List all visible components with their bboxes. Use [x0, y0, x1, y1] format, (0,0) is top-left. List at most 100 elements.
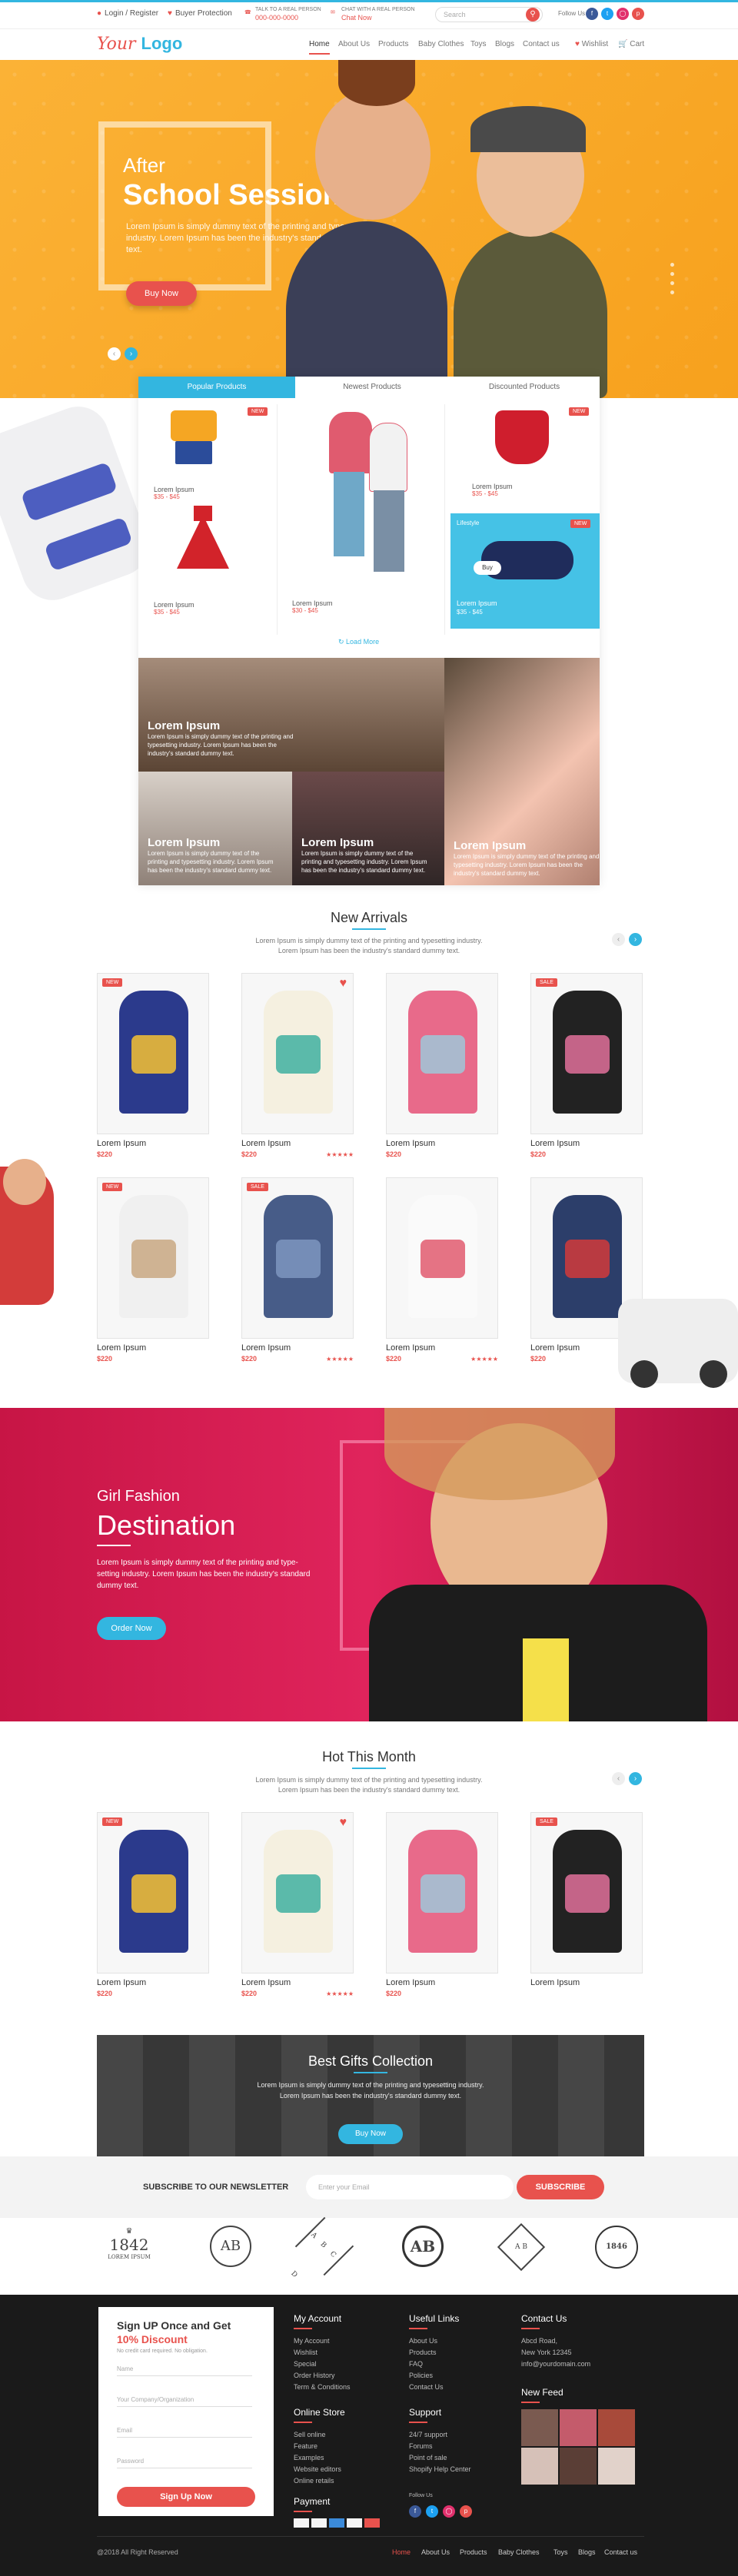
hot-next-arrow[interactable]: ›	[629, 1772, 642, 1785]
brand-logo-3[interactable]: A B C D	[289, 2216, 357, 2282]
product-card[interactable]: NEW Lorem Ipsum $220	[97, 1177, 209, 1363]
gallery-photo-1[interactable]: Lorem Ipsum Lorem Ipsum is simply dummy t…	[138, 658, 444, 772]
product-image-box[interactable]: NEW	[97, 973, 209, 1134]
product-card[interactable]: Lorem Ipsum $30 - $45	[292, 599, 333, 614]
footer-link[interactable]: Forums	[409, 2441, 471, 2452]
hero-buy-button[interactable]: Buy Now	[126, 281, 197, 306]
footer-nav-toys[interactable]: Toys	[554, 2548, 568, 2556]
feed-thumb[interactable]	[521, 2409, 558, 2446]
nav-blogs[interactable]: Blogs	[495, 40, 514, 48]
footer-link[interactable]: FAQ	[409, 2359, 459, 2370]
nav-baby-clothes[interactable]: Baby Clothes	[418, 40, 464, 48]
footer-nav-home[interactable]: Home	[392, 2548, 411, 2556]
feed-thumb[interactable]	[598, 2448, 635, 2485]
tab-popular[interactable]: Popular Products	[138, 377, 295, 398]
product-image-box[interactable]: NEW	[97, 1177, 209, 1339]
product-image-box[interactable]	[386, 1812, 498, 1973]
product-image-box[interactable]	[386, 1177, 498, 1339]
brand-logo-1[interactable]: ♛ 1842 LOREM IPSUM	[97, 2227, 161, 2273]
nav-about[interactable]: About Us	[338, 40, 370, 48]
fashion-order-button[interactable]: Order Now	[97, 1617, 166, 1640]
password-field[interactable]: Password	[117, 2458, 252, 2468]
product-card[interactable]: Lorem Ipsum $35 - $45	[154, 486, 194, 500]
search-icon[interactable]: ⚲	[526, 8, 540, 22]
instagram-icon[interactable]: ◯	[443, 2505, 455, 2518]
wishlist-heart-icon[interactable]: ♥	[340, 1816, 347, 1830]
footer-link[interactable]: New York 12345	[521, 2347, 590, 2359]
product-card[interactable]: Lorem Ipsum $35 - $45	[472, 483, 513, 497]
company-field[interactable]: Your Company/Organization	[117, 2396, 252, 2407]
product-image-box[interactable]	[386, 973, 498, 1134]
arrivals-prev-arrow[interactable]: ‹	[612, 933, 625, 946]
footer-link[interactable]: Point of sale	[409, 2452, 471, 2464]
email-field[interactable]: Email	[117, 2427, 252, 2438]
product-card[interactable]: Lorem Ipsum $35 - $45	[154, 601, 194, 616]
facebook-icon[interactable]: f	[409, 2505, 421, 2518]
hero-prev-arrow[interactable]: ‹	[108, 347, 121, 360]
hot-prev-arrow[interactable]: ‹	[612, 1772, 625, 1785]
footer-link[interactable]: About Us	[409, 2335, 459, 2347]
product-card[interactable]: SALE Lorem Ipsum $220 ★★★★★	[241, 1177, 354, 1363]
footer-link[interactable]: Wishlist	[294, 2347, 351, 2359]
hero-next-arrow[interactable]: ›	[125, 347, 138, 360]
footer-link[interactable]: info@yourdomain.com	[521, 2359, 590, 2370]
name-field[interactable]: Name	[117, 2365, 252, 2376]
tab-discounted[interactable]: Discounted Products	[449, 377, 600, 398]
footer-link[interactable]: Examples	[294, 2452, 345, 2464]
twitter-icon[interactable]: t	[601, 8, 613, 20]
footer-link[interactable]: My Account	[294, 2335, 351, 2347]
footer-link[interactable]: Website editors	[294, 2464, 345, 2475]
wishlist-heart-icon[interactable]: ♥	[340, 977, 347, 991]
hero-slider-dots[interactable]	[670, 263, 676, 300]
gallery-photo-3[interactable]: Lorem Ipsum Lorem Ipsum is simply dummy t…	[138, 772, 292, 885]
nav-home[interactable]: Home	[309, 40, 330, 55]
brand-logo-2[interactable]: AB	[198, 2226, 263, 2272]
logo[interactable]: Your Logo	[97, 34, 182, 54]
product-card[interactable]: Lorem Ipsum $220	[386, 1812, 498, 1997]
tab-newest[interactable]: Newest Products	[295, 377, 449, 398]
buy-button[interactable]: Buy	[474, 561, 501, 575]
product-image-box[interactable]: SALE	[530, 973, 643, 1134]
product-image-box[interactable]: SALE	[241, 1177, 354, 1339]
footer-nav-blogs[interactable]: Blogs	[578, 2548, 596, 2556]
footer-link[interactable]: Order History	[294, 2370, 351, 2382]
arrivals-next-arrow[interactable]: ›	[629, 933, 642, 946]
product-image-box[interactable]: ♥	[241, 1812, 354, 1973]
product-card[interactable]: NEW Lorem Ipsum $220	[97, 1812, 209, 1997]
footer-link[interactable]: Term & Conditions	[294, 2382, 351, 2393]
talk-person[interactable]: ☎ TALK TO A REAL PERSON 000-000-0000	[244, 6, 321, 22]
load-more-button[interactable]: ↻ Load More	[338, 638, 379, 646]
product-card[interactable]: SALE Lorem Ipsum $220	[530, 973, 643, 1158]
newsletter-email-input[interactable]: Enter your Email	[306, 2175, 514, 2199]
footer-link[interactable]: 24/7 support	[409, 2429, 471, 2441]
twitter-icon[interactable]: t	[426, 2505, 438, 2518]
product-card[interactable]: Lorem Ipsum $220 ★★★★★	[386, 1177, 498, 1363]
nav-contact[interactable]: Contact us	[523, 40, 560, 48]
pinterest-icon[interactable]: p	[460, 2505, 472, 2518]
product-image-box[interactable]: ♥	[241, 973, 354, 1134]
pinterest-icon[interactable]: p	[632, 8, 644, 20]
gallery-photo-4[interactable]: Lorem Ipsum Lorem Ipsum is simply dummy t…	[292, 772, 444, 885]
product-image-box[interactable]: SALE	[530, 1812, 643, 1973]
product-card[interactable]: ♥ Lorem Ipsum $220 ★★★★★	[241, 973, 354, 1158]
nav-products[interactable]: Products	[378, 40, 408, 48]
signup-button[interactable]: Sign Up Now	[117, 2487, 255, 2507]
product-image-box[interactable]: NEW	[97, 1812, 209, 1973]
footer-nav-contact[interactable]: Contact us	[604, 2548, 637, 2556]
feed-thumb[interactable]	[598, 2409, 635, 2446]
facebook-icon[interactable]: f	[586, 8, 598, 20]
footer-link[interactable]: Sell online	[294, 2429, 345, 2441]
footer-link[interactable]: Contact Us	[409, 2382, 459, 2393]
feed-thumb[interactable]	[521, 2448, 558, 2485]
footer-link[interactable]: Feature	[294, 2441, 345, 2452]
feed-thumb[interactable]	[560, 2409, 597, 2446]
instagram-icon[interactable]: ◯	[617, 8, 629, 20]
gifts-buy-button[interactable]: Buy Now	[338, 2124, 403, 2144]
footer-nav-products[interactable]: Products	[460, 2548, 487, 2556]
footer-nav-baby-clothes[interactable]: Baby Clothes	[498, 2548, 540, 2556]
lifestyle-card[interactable]: Lifestyle NEW Buy Lorem Ipsum $35 - $45	[450, 513, 600, 629]
footer-link[interactable]: Special	[294, 2359, 351, 2370]
gallery-photo-2[interactable]: Lorem Ipsum Lorem Ipsum is simply dummy t…	[444, 658, 600, 885]
footer-link[interactable]: Abcd Road,	[521, 2335, 590, 2347]
brand-logo-4[interactable]: AB	[391, 2226, 455, 2272]
